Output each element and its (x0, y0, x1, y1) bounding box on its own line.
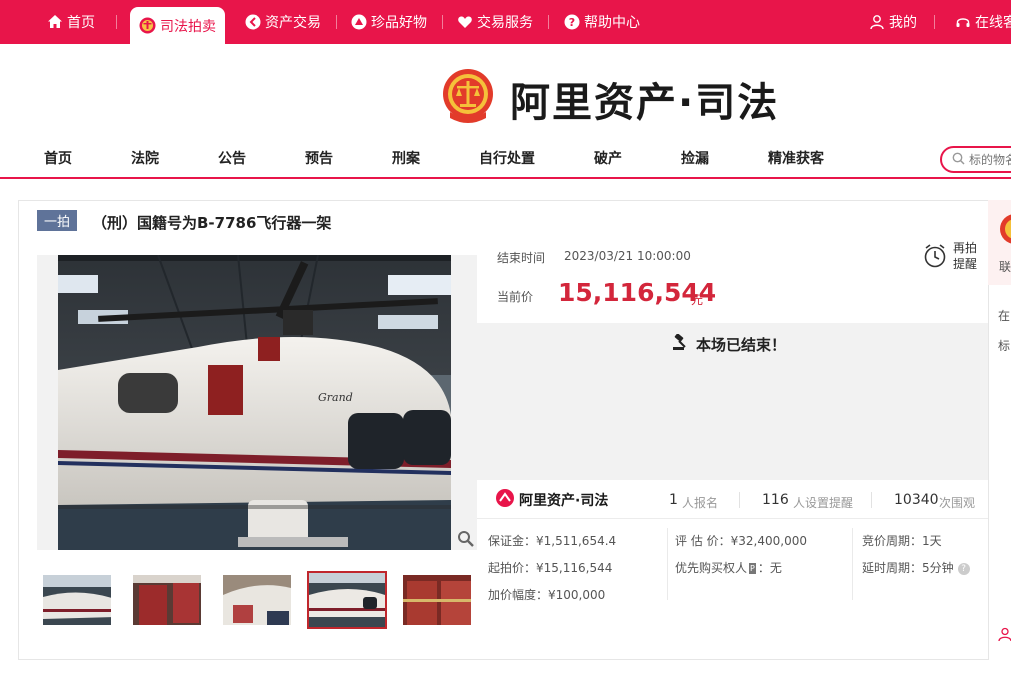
thumbnail[interactable] (131, 573, 203, 627)
divider (548, 15, 549, 29)
court-emblem-icon (139, 17, 156, 34)
topnav-treasure[interactable]: 珍品好物 (350, 0, 427, 44)
brand-small-text: 阿里资产·司法 (519, 493, 609, 509)
thumbnail[interactable] (401, 573, 473, 627)
nav-criminal[interactable]: 刑案 (392, 148, 420, 168)
stat-views-num: 10340 (894, 492, 939, 508)
start-price: 起拍价：¥15,116,544 (488, 561, 613, 575)
brand-small-icon (496, 489, 514, 511)
bid-cycle: 竞价周期：1天 (862, 534, 942, 548)
divider (871, 492, 872, 508)
user-icon[interactable] (998, 627, 1011, 646)
deposit: 保证金：¥1,511,654.4 (488, 534, 617, 548)
user-icon (868, 14, 885, 31)
remind-line: 提醒 (953, 257, 978, 271)
nav-bankruptcy[interactable]: 破产 (594, 148, 622, 168)
asset-icon (244, 14, 261, 31)
priority-tag: P (749, 563, 756, 574)
stat-signups-unit: 人报名 (682, 496, 719, 510)
topnav-asset-trade[interactable]: 资产交易 (244, 0, 321, 44)
topnav-label: 珍品好物 (371, 15, 427, 31)
stat-reminders-unit: 人设置提醒 (793, 496, 854, 510)
ended-text: 本场已结束！ (696, 336, 787, 354)
brand-small: 阿里资产·司法 (496, 489, 608, 511)
nav-precise-customer[interactable]: 精准获客 (768, 148, 824, 168)
search-icon (952, 150, 965, 169)
stat-views-unit: 次围观 (939, 496, 976, 510)
topnav-mine[interactable]: 我的 (868, 0, 917, 44)
divider (852, 528, 853, 600)
priority-value: ：无 (757, 561, 782, 575)
divider (336, 15, 337, 29)
svg-text:?: ? (568, 16, 574, 29)
sidebar-text: 在 (998, 309, 1011, 323)
nav-bargain[interactable]: 捡漏 (681, 148, 709, 168)
end-time-label: 结束时间 (497, 251, 546, 265)
help-icon: ? (563, 14, 580, 31)
nav-announcement[interactable]: 公告 (218, 148, 246, 168)
topnav-online-label: 在线客 (975, 15, 1011, 31)
brand-title: 阿里资产·司法 (510, 80, 780, 126)
topnav-judicial-auction[interactable]: 司法拍卖 (130, 7, 225, 44)
topnav-label: 帮助中心 (584, 15, 640, 31)
gavel-icon (672, 333, 689, 355)
headset-icon (954, 14, 971, 31)
item-title: （刑）国籍号为B-7786飞行器一架 (92, 214, 332, 232)
priority-buyer: 优先购买权人 P ：无 (675, 559, 782, 576)
appraisal-price: 评 估 价：¥32,400,000 (675, 534, 807, 548)
topnav-online-service[interactable]: 在线客 (954, 0, 1011, 44)
sidebar-avatar-icon (999, 212, 1011, 250)
alarm-clock-icon (923, 243, 947, 273)
svg-text:Grand: Grand (318, 391, 353, 404)
thumbnail-selected[interactable] (307, 571, 387, 629)
auction-ended-status: 本场已结束！ (672, 333, 787, 355)
treasure-icon (350, 14, 367, 31)
heart-icon (456, 14, 473, 31)
helicopter-photo[interactable]: Grand (58, 255, 451, 550)
topnav-mine-label: 我的 (889, 15, 917, 31)
nav-home[interactable]: 首页 (44, 148, 72, 168)
nav-self-disposal[interactable]: 自行处置 (479, 148, 535, 168)
divider (442, 15, 443, 29)
nav-preview[interactable]: 预告 (305, 148, 333, 168)
sidebar-text: 联 (999, 260, 1011, 274)
topnav-trade-service[interactable]: 交易服务 (456, 0, 533, 44)
delay-cycle: 延时周期：5分钟? (862, 559, 970, 576)
question-icon[interactable]: ? (957, 562, 970, 575)
increment: 加价幅度：¥100,000 (488, 588, 606, 602)
remind-line: 再拍 (953, 241, 978, 255)
price-unit: 元 (691, 293, 704, 307)
round-badge: 一拍 (37, 210, 77, 231)
divider (739, 492, 740, 508)
topnav-label: 司法拍卖 (160, 18, 216, 35)
remind-label: 再拍 提醒 (953, 240, 983, 272)
stat-reminders-num: 116 (762, 492, 789, 508)
topnav-label: 交易服务 (477, 15, 533, 31)
delay-text: 延时周期：5分钟 (862, 561, 954, 575)
topnav-help-center[interactable]: ? 帮助中心 (563, 0, 640, 44)
topnav-label: 首页 (67, 15, 95, 31)
home-icon (46, 14, 63, 31)
nav-underline (0, 177, 1011, 179)
divider (116, 15, 117, 29)
end-time-value: 2023/03/21 10:00:00 (564, 249, 691, 263)
divider (667, 528, 668, 600)
court-emblem-logo (442, 66, 494, 124)
divider (934, 15, 935, 29)
search-input[interactable] (969, 152, 1011, 167)
search-box[interactable] (940, 146, 1011, 173)
nav-court[interactable]: 法院 (131, 148, 159, 168)
current-price-label: 当前价 (497, 290, 534, 304)
topnav-label: 资产交易 (265, 15, 321, 31)
thumbnail[interactable] (221, 573, 293, 627)
stat-signups-num: 1 (669, 492, 678, 508)
sidebar-text: 标 (998, 339, 1011, 353)
divider (477, 518, 988, 519)
priority-label: 优先购买权人 (675, 561, 748, 575)
thumbnail[interactable] (41, 573, 113, 627)
zoom-icon[interactable] (457, 530, 475, 548)
topnav-home[interactable]: 首页 (46, 0, 95, 44)
